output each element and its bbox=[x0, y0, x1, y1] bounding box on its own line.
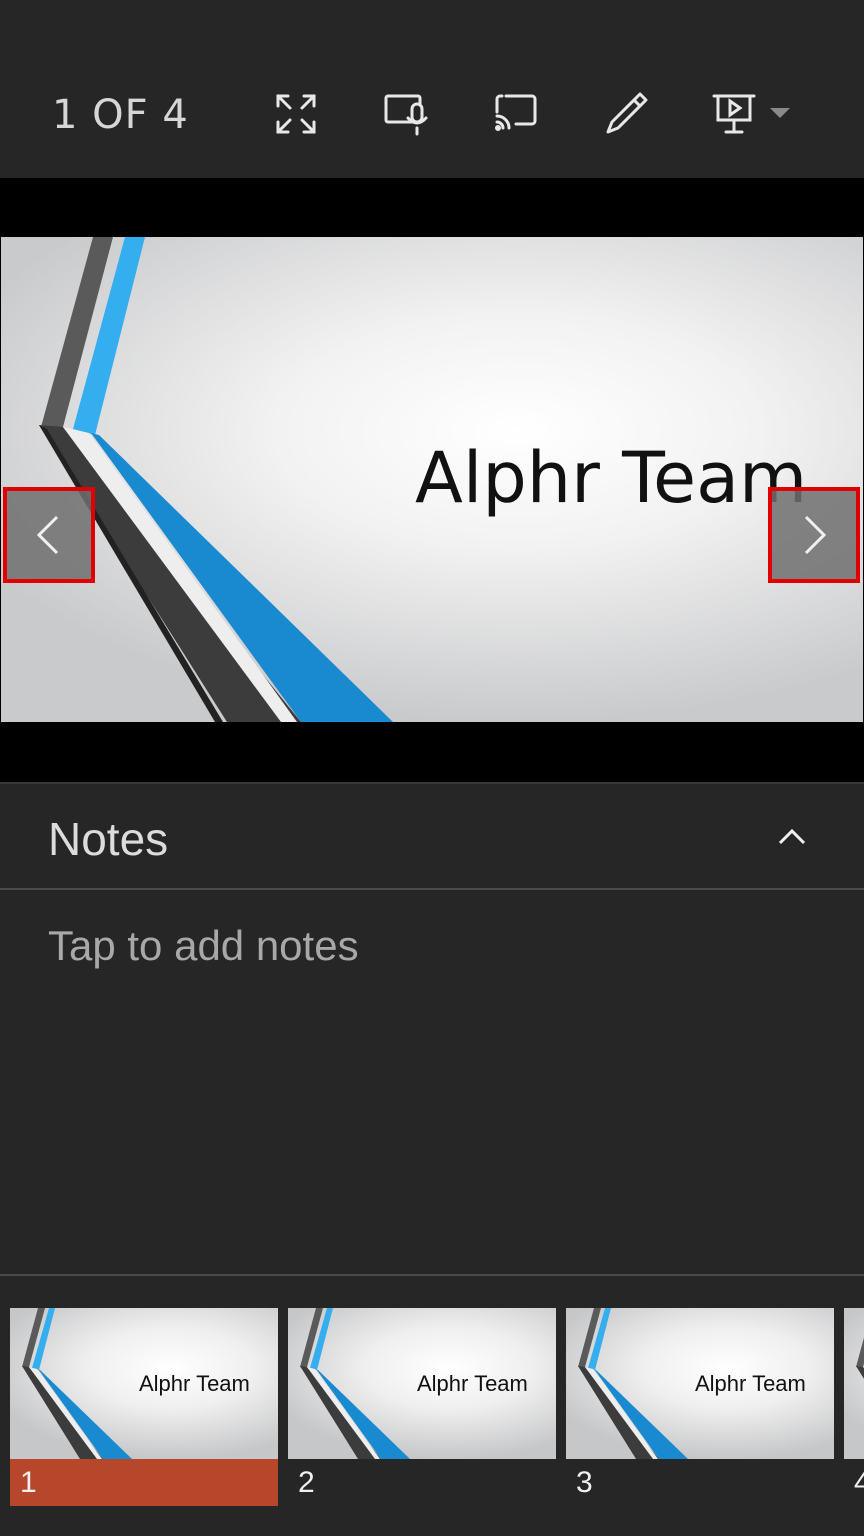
screen-mic-icon bbox=[384, 94, 428, 136]
pen-icon bbox=[606, 92, 648, 134]
toolbar: 1 OF 4 bbox=[0, 0, 864, 178]
thumbnail-image: Alphr Team bbox=[566, 1308, 834, 1459]
chevron-right-icon bbox=[804, 515, 827, 555]
slide-title: Alphr Team bbox=[415, 437, 808, 519]
thumbnail-number: 4 bbox=[854, 1466, 864, 1499]
thumbnail-strip[interactable]: Alphr Team 1 Alphr Team 2 Alphr Team 3 4 bbox=[0, 1278, 864, 1536]
dropdown-arrow-icon bbox=[770, 108, 790, 118]
slide-thumbnail-2[interactable]: Alphr Team 2 bbox=[288, 1308, 556, 1506]
current-slide[interactable]: Alphr Team bbox=[1, 237, 863, 722]
presenter-dropdown[interactable] bbox=[768, 104, 792, 124]
collapse-notes-button[interactable] bbox=[770, 814, 814, 858]
thumbnail-image bbox=[844, 1308, 864, 1459]
slide-viewport: Alphr Team bbox=[0, 178, 864, 782]
expand-button[interactable] bbox=[268, 86, 324, 142]
thumbnail-number: 3 bbox=[576, 1466, 593, 1499]
thumbnail-number: 1 bbox=[10, 1459, 278, 1506]
expand-icon bbox=[276, 94, 316, 134]
presenter-button[interactable] bbox=[706, 86, 762, 142]
cast-icon bbox=[495, 94, 537, 131]
chevron-left-icon bbox=[36, 515, 59, 555]
chevron-up-icon bbox=[778, 828, 806, 845]
slide-thumbnail-3[interactable]: Alphr Team 3 bbox=[566, 1308, 834, 1506]
thumbnail-image: Alphr Team bbox=[10, 1308, 278, 1459]
thumbnail-number: 2 bbox=[298, 1466, 315, 1499]
thumbnail-decoration bbox=[856, 1337, 864, 1379]
presenter-icon bbox=[712, 94, 756, 134]
powerpoint-presenter-view: 1 OF 4 Alphr Team Notes Tap to add notes… bbox=[0, 0, 864, 1536]
notes-title: Notes bbox=[48, 813, 169, 865]
notes-area[interactable]: Tap to add notes bbox=[0, 890, 864, 1276]
pen-button[interactable] bbox=[598, 86, 654, 142]
slide-thumbnail-1[interactable]: Alphr Team 1 bbox=[10, 1308, 278, 1506]
notes-placeholder: Tap to add notes bbox=[48, 922, 359, 969]
thumbnail-title: Alphr Team bbox=[417, 1371, 528, 1396]
thumbnail-title: Alphr Team bbox=[139, 1371, 250, 1396]
slide-counter: 1 OF 4 bbox=[52, 92, 189, 138]
cast-button[interactable] bbox=[488, 86, 544, 142]
previous-slide-button[interactable] bbox=[3, 487, 95, 583]
notes-header: Notes bbox=[0, 782, 864, 890]
slide-thumbnail-4[interactable]: 4 bbox=[844, 1308, 864, 1506]
next-slide-button[interactable] bbox=[768, 487, 860, 583]
thumbnail-title: Alphr Team bbox=[695, 1371, 806, 1396]
record-screen-button[interactable] bbox=[378, 86, 434, 142]
thumbnail-image: Alphr Team bbox=[288, 1308, 556, 1459]
